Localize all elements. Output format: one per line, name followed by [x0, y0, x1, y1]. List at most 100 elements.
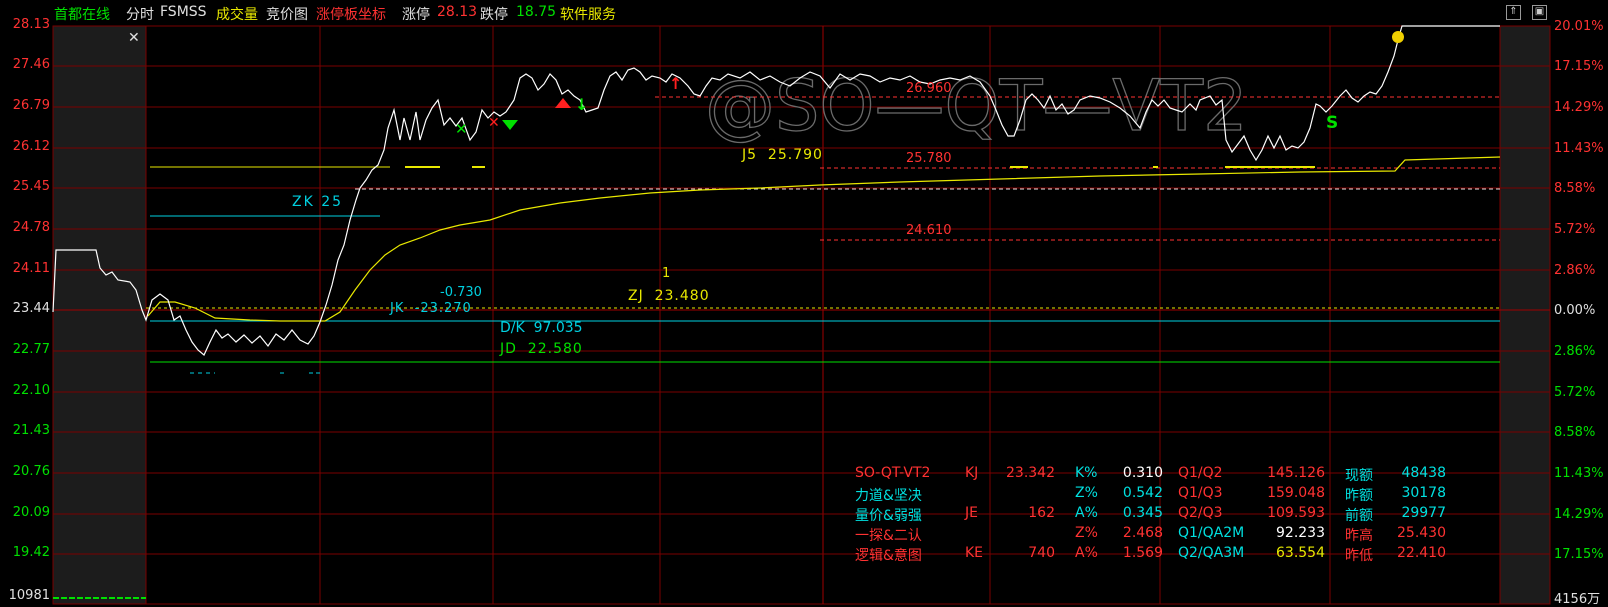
right-axis-label: 14.29%	[1554, 507, 1604, 522]
table-cell: 145.126	[1267, 465, 1325, 481]
table-cell: Q2/Q3	[1178, 505, 1223, 521]
indicator-label[interactable]: FSMSS	[160, 4, 207, 20]
right-axis-label: 17.15%	[1554, 59, 1604, 74]
jk-label: JK -23.270	[389, 301, 472, 316]
table-cell: 23.342	[1006, 465, 1055, 481]
level-24610-label: 24.610	[906, 223, 952, 238]
green-down-arrow-marker: ↓	[575, 95, 588, 114]
table-cell: 48438	[1401, 465, 1446, 481]
table-cell: 109.593	[1267, 505, 1325, 521]
table-cell: 25.430	[1397, 525, 1446, 541]
limit-coord-label[interactable]: 涨停板坐标	[316, 4, 386, 24]
right-axis-label: 20.01%	[1554, 19, 1604, 34]
table-cell: 30178	[1401, 485, 1446, 501]
right-axis-label: 11.43%	[1554, 141, 1604, 156]
left-axis-label: 27.46	[12, 57, 50, 72]
right-axis-label: 14.29%	[1554, 100, 1604, 115]
right-axis-label: 2.86%	[1554, 263, 1596, 278]
reference-lines	[146, 96, 1500, 374]
table-cell: 逻辑&意图	[855, 548, 922, 564]
table-cell: 92.233	[1276, 525, 1325, 541]
table-cell: 162	[1028, 505, 1055, 521]
left-axis-label: 22.77	[12, 342, 50, 357]
zk-label: ZK 25	[292, 194, 343, 210]
average-price-line	[147, 156, 1501, 322]
limit-up-value: 28.13	[437, 4, 478, 20]
right-axis-label: 17.15%	[1554, 547, 1604, 562]
restore-icon[interactable]: ▣	[1532, 5, 1547, 20]
level-25780-label: 25.780	[906, 151, 952, 166]
table-cell: 22.410	[1397, 545, 1446, 561]
right-axis-label: 11.43%	[1554, 466, 1604, 481]
volume-label[interactable]: 成交量	[216, 4, 258, 24]
left-axis-label: 26.79	[12, 98, 50, 113]
limit-up-label: 涨停	[402, 7, 430, 23]
table-cell: 0.345	[1122, 505, 1163, 521]
level-26960-label: 26.960	[906, 81, 952, 96]
one-label: 1	[662, 266, 670, 281]
maximize-icon[interactable]: ⇑	[1506, 5, 1521, 20]
limit-down-value: 18.75	[516, 4, 557, 20]
green-down-triangle-marker	[502, 120, 518, 130]
red-up-triangle-marker	[555, 98, 571, 108]
table-cell: 63.554	[1276, 545, 1325, 561]
left-axis-label: 23.44	[12, 301, 50, 316]
table-cell: 一探&二认	[855, 528, 922, 544]
red-x-marker: ✕	[488, 115, 500, 131]
chart-frame	[52, 25, 1551, 605]
right-axis-label: 8.58%	[1554, 425, 1596, 440]
table-cell: 29977	[1401, 505, 1446, 521]
auction-panel-left	[53, 26, 146, 604]
left-axis-label: 22.10	[12, 383, 50, 398]
right-axis-label: 5.72%	[1554, 385, 1596, 400]
limit-down-label: 跌停	[480, 7, 508, 23]
right-axis-label: 8.58%	[1554, 181, 1596, 196]
table-cell: 159.048	[1267, 485, 1325, 501]
table-cell: 740	[1028, 545, 1055, 561]
zj-label: ZJ 23.480	[628, 288, 710, 304]
left-axis-label: 25.45	[12, 179, 50, 194]
right-axis-label: 2.86%	[1554, 344, 1596, 359]
left-axis-label: 20.76	[12, 464, 50, 479]
jk-value-label: -0.730	[440, 285, 482, 300]
left-axis-label: 24.78	[12, 220, 50, 235]
table-cell: 2.468	[1122, 525, 1163, 541]
right-volume-label: 4156万	[1554, 592, 1601, 607]
table-cell: Q2/QA3M	[1178, 545, 1245, 561]
close-icon[interactable]: ✕	[128, 30, 140, 46]
j5-label: J5 25.790	[741, 147, 823, 163]
left-axis-label: 28.13	[12, 17, 50, 32]
watermark-text: @SO—QT—VT2	[705, 65, 1248, 147]
left-axis-label: 20.09	[12, 505, 50, 520]
table-cell: 1.569	[1122, 545, 1163, 561]
right-axis-label: 5.72%	[1554, 222, 1596, 237]
left-axis-label: 21.43	[12, 423, 50, 438]
jd-label: JD 22.580	[499, 341, 583, 357]
table-cell: 0.542	[1122, 485, 1163, 501]
auction-panel-right	[1500, 26, 1550, 604]
table-cell: Q1/Q2	[1178, 465, 1223, 481]
right-axis-label: 0.00%	[1554, 303, 1596, 318]
table-cell: 力道&坚决	[855, 488, 922, 504]
table-cell: 量价&弱强	[855, 508, 922, 524]
horizontal-grid	[53, 65, 1550, 555]
price-line	[52, 25, 1500, 356]
sector-label[interactable]: 软件服务	[560, 4, 616, 24]
limit-up-dot	[1392, 31, 1404, 43]
auction-label[interactable]: 竞价图	[266, 4, 308, 24]
left-volume-label: 10981	[8, 588, 50, 603]
table-cell: SO-QT-VT2	[855, 465, 931, 481]
table-cell: Q1/QA2M	[1178, 525, 1245, 541]
mode-label[interactable]: 分时	[126, 4, 154, 24]
table-cell: Q1/Q3	[1178, 485, 1223, 501]
left-axis-label: 26.12	[12, 139, 50, 154]
red-up-arrow-marker: ↑	[669, 74, 682, 93]
green-x-marker: ✕	[455, 120, 468, 138]
dk-label: D/K 97.035	[500, 320, 583, 336]
stock-name[interactable]: 首都在线	[54, 4, 110, 24]
table-cell: 0.310	[1122, 465, 1163, 481]
signal-s-marker: S	[1326, 113, 1338, 133]
left-axis-label: 24.11	[12, 261, 50, 276]
chart-header: 首都在线 分时 FSMSS 成交量 竞价图 涨停板坐标 涨停 28.13 跌停 …	[0, 0, 1608, 24]
left-axis-label: 19.42	[12, 545, 50, 560]
